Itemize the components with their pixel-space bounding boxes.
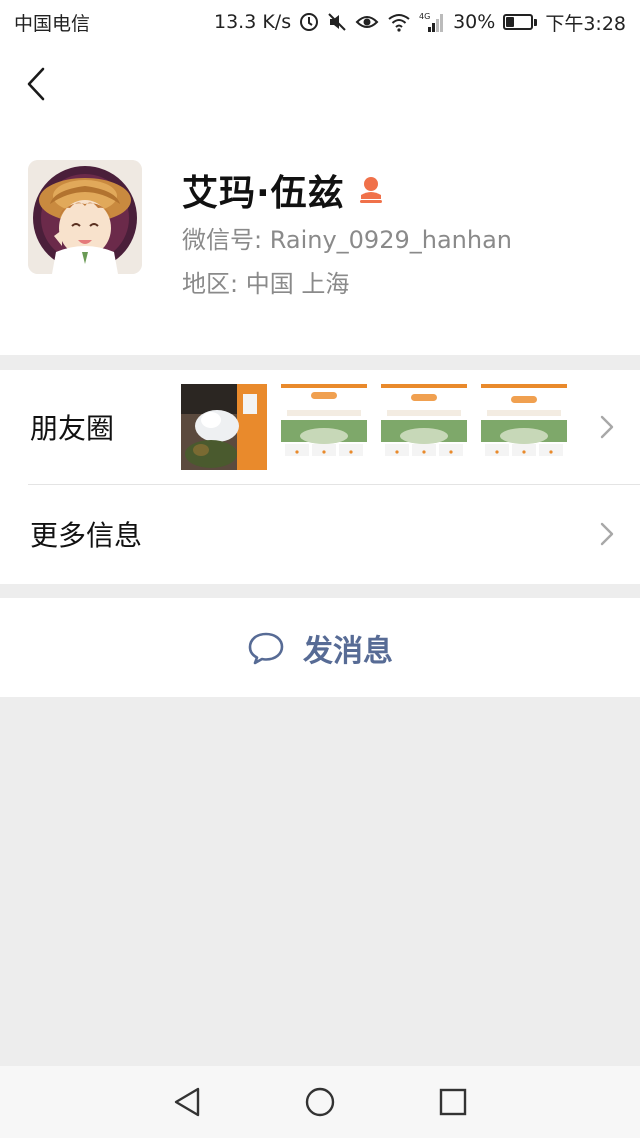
moments-label: 朋友圈 [30,412,115,445]
battery-icon [503,14,538,30]
carrier-label: 中国电信 [14,12,91,35]
clock: 下午3:28 [545,12,626,35]
status-right: 13.3 K/s 4G 30% 下午3:28 [214,9,626,36]
more-info-label: 更多信息 [30,519,143,552]
data-saver-icon [299,12,319,32]
wechat-id: 微信号: Rainy_0929_hanhan [182,226,512,254]
moments-thumbnail[interactable] [381,384,467,470]
status-bar: 中国电信 13.3 K/s 4G 30% 下午3:28 [0,0,640,44]
thumbnail-screenshot [281,384,367,470]
info-list: 朋友圈 更多信息 [0,370,640,584]
thumbnail-photo [181,384,267,470]
display-name: 艾玛·伍兹 [182,173,345,214]
female-person-icon [359,177,382,203]
send-message-button[interactable]: 发消息 [0,598,640,697]
battery-percent: 30% [453,11,496,33]
chevron-right-icon [600,522,614,546]
nav-home-button[interactable] [290,1072,350,1132]
circle-home-icon [305,1087,335,1117]
chevron-right-icon [600,415,614,439]
profile-header: 艾玛·伍兹 微信号: Rainy_0929_hanhan 地区: 中国 上海 [0,44,640,355]
nav-back-button[interactable] [157,1072,217,1132]
thumbnail-screenshot [481,384,567,470]
moments-thumbnails [181,384,567,470]
back-arrow-icon [27,67,45,101]
screen: 中国电信 13.3 K/s 4G 30% 下午3:28 艾玛·伍兹 微信号: R… [0,0,640,1138]
back-button[interactable] [14,62,58,106]
send-message-label: 发消息 [303,633,393,669]
wifi-icon [387,12,411,32]
moments-thumbnail[interactable] [181,384,267,470]
battery-fill [506,17,514,27]
region: 地区: 中国 上海 [182,270,350,298]
avatar[interactable] [28,160,142,274]
square-recents-icon [440,1088,467,1116]
triangle-back-icon [174,1087,199,1117]
network-type-label: 4G [419,12,430,21]
moments-thumbnail[interactable] [281,384,367,470]
moments-row[interactable]: 朋友圈 [0,370,640,484]
net-speed: 13.3 K/s [213,11,292,33]
avatar-illustration [28,160,142,274]
signal-icon: 4G [419,11,445,33]
name-row: 艾玛·伍兹 [182,164,385,216]
thumbnail-screenshot [381,384,467,470]
nav-recents-button[interactable] [423,1072,483,1132]
eye-comfort-icon [355,12,379,32]
moments-thumbnail[interactable] [481,384,567,470]
mute-icon [327,12,347,32]
chat-bubble-icon [248,632,284,664]
more-info-row[interactable]: 更多信息 [0,484,640,584]
system-nav-bar [0,1066,640,1138]
